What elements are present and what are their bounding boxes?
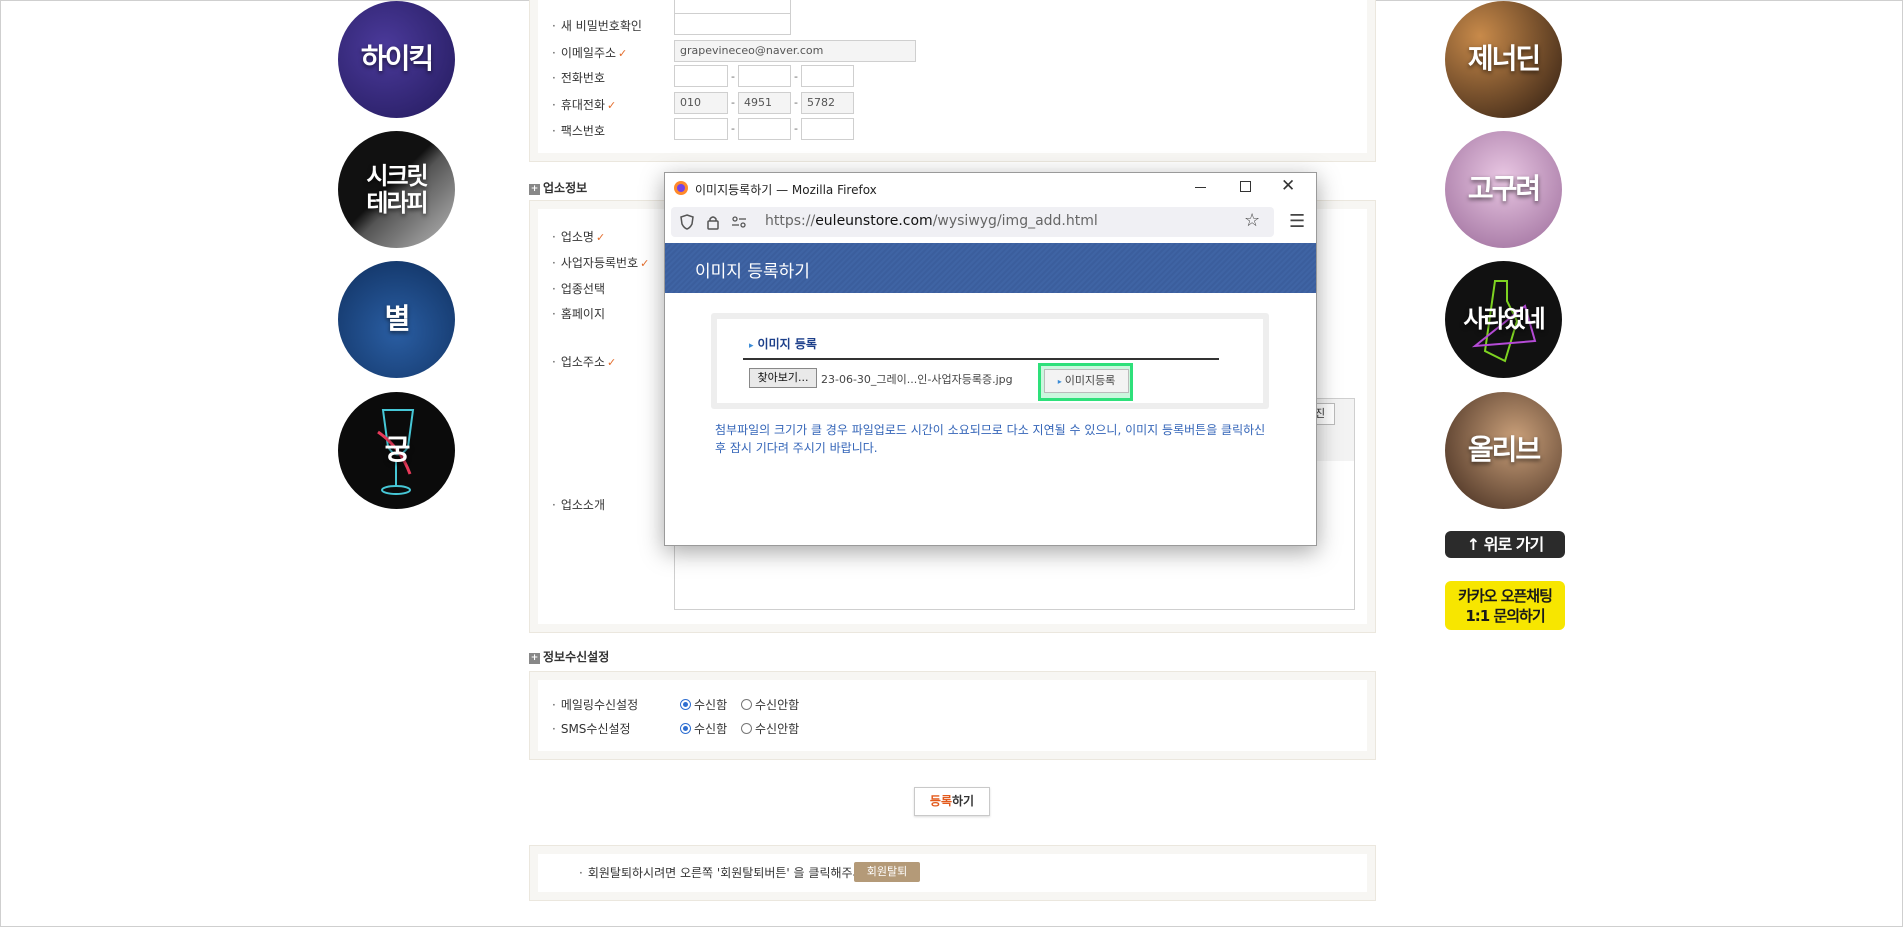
register-section-label: ▸ 이미지 등록: [749, 337, 817, 351]
image-register-box: ▸ 이미지 등록 찾아보기... 23-06-30_그레이...인-사업자등록증.…: [711, 313, 1269, 409]
mobile-field-3[interactable]: 5782: [801, 92, 854, 114]
mail-yes-radio[interactable]: 수신함: [680, 696, 727, 713]
mobile-label: 휴대전화✓: [552, 96, 616, 113]
popup-header: 이미지 등록하기: [665, 243, 1316, 293]
popup-titlebar: 이미지등록하기 — Mozilla Firefox ✕: [665, 173, 1316, 203]
dash: -: [794, 70, 798, 83]
scroll-top-label: ↑ 위로 가기: [1466, 535, 1544, 554]
url-bar[interactable]: https://euleunstore.com/wysiwyg/img_add.…: [671, 207, 1274, 237]
browse-button[interactable]: 찾아보기...: [749, 368, 817, 388]
new-pw-confirm-field[interactable]: [674, 13, 791, 35]
popup-window-title: 이미지등록하기 — Mozilla Firefox: [695, 183, 877, 197]
bookmark-star-icon[interactable]: ☆: [1244, 210, 1260, 231]
circle-generdin[interactable]: 제너딘: [1445, 1, 1562, 118]
business-reg-no-label: 사업자등록번호✓: [552, 254, 650, 271]
dash: -: [731, 96, 735, 109]
homepage-label: 홈페이지: [552, 305, 605, 322]
image-upload-popup: 이미지등록하기 — Mozilla Firefox ✕ https://eule…: [664, 172, 1317, 546]
scroll-top-button[interactable]: ↑ 위로 가기: [1445, 531, 1565, 558]
minimize-icon[interactable]: [1195, 187, 1206, 188]
radio-checked-icon: [680, 723, 691, 734]
popup-header-title: 이미지 등록하기: [695, 262, 810, 282]
circle-label: 별: [384, 302, 411, 336]
lock-icon: [707, 216, 719, 230]
email-label: 이메일주소✓: [552, 44, 627, 61]
business-name-label: 업소명✓: [552, 228, 605, 245]
dash: -: [731, 122, 735, 135]
withdraw-text: 회원탈퇴하시려면 오른쪽 '회원탈퇴버튼' 을 클릭해주세요.: [579, 864, 879, 881]
subscription-panel: [529, 671, 1376, 760]
fax-field-2[interactable]: [738, 118, 791, 140]
new-pw-confirm-label: 새 비밀번호확인: [552, 17, 642, 34]
intro-label: 업소소개: [552, 496, 605, 513]
submit-button[interactable]: 등록하기: [914, 787, 990, 816]
account-panel: [529, 0, 1376, 162]
dash: -: [794, 96, 798, 109]
phone-field-3[interactable]: [801, 65, 854, 87]
kakao-line2: 1:1 문의하기: [1465, 607, 1545, 625]
circle-gung[interactable]: 궁: [338, 392, 455, 509]
selected-file-name: 23-06-30_그레이...인-사업자등록증.jpg: [821, 373, 1013, 386]
circle-label: 시크릿 테라피: [366, 162, 428, 217]
phone-field-1[interactable]: [674, 65, 728, 87]
mobile-field-2[interactable]: 4951: [738, 92, 791, 114]
maximize-icon[interactable]: [1240, 181, 1251, 192]
register-divider: [743, 358, 1219, 360]
firefox-icon: [674, 181, 688, 195]
phone-label: 전화번호: [552, 69, 605, 86]
close-icon[interactable]: ✕: [1281, 176, 1295, 196]
address-label: 업소주소✓: [552, 353, 616, 370]
phone-field-2[interactable]: [738, 65, 791, 87]
shield-icon: [680, 214, 694, 230]
email-field[interactable]: grapevineceo@naver.com: [674, 40, 916, 62]
fax-label: 팩스번호: [552, 122, 605, 139]
radio-empty-icon: [741, 723, 752, 734]
circle-label: 하이킥: [360, 42, 434, 76]
category-label: 업종선택: [552, 280, 605, 297]
circle-label: 올리브: [1467, 433, 1541, 467]
upload-notice: 첨부파일의 크기가 클 경우 파일업로드 시간이 소요되므로 다소 지연될 수 …: [715, 423, 1266, 455]
circle-label: 제너딘: [1467, 42, 1541, 76]
url-text: https://euleunstore.com/wysiwyg/img_add.…: [765, 213, 1098, 229]
radio-checked-icon: [680, 699, 691, 710]
withdraw-button[interactable]: 회원탈퇴: [854, 862, 920, 882]
fax-field-1[interactable]: [674, 118, 728, 140]
circle-label: 고구려: [1467, 172, 1541, 206]
sms-subscribe-label: SMS수신설정: [552, 720, 631, 737]
circle-sarayeotne[interactable]: 사라였네: [1445, 261, 1562, 378]
permissions-icon: [732, 216, 746, 228]
fax-field-3[interactable]: [801, 118, 854, 140]
circle-label: 궁: [384, 433, 411, 467]
circle-secret-therapy[interactable]: 시크릿 테라피: [338, 131, 455, 248]
register-image-button[interactable]: ▸ 이미지등록: [1044, 369, 1129, 393]
subscription-section-title: + 정보수신설정: [529, 650, 610, 664]
circle-label: 사라였네: [1463, 305, 1545, 334]
circle-hikick[interactable]: 하이킥: [338, 1, 455, 118]
menu-icon[interactable]: ☰: [1289, 211, 1305, 232]
dash: -: [794, 122, 798, 135]
mail-subscribe-label: 메일링수신설정: [552, 696, 638, 713]
business-section-title: + 업소정보: [529, 181, 588, 195]
mail-no-radio[interactable]: 수신안함: [741, 696, 799, 713]
dash: -: [731, 70, 735, 83]
circle-goguryeo[interactable]: 고구려: [1445, 131, 1562, 248]
radio-empty-icon: [741, 699, 752, 710]
sms-no-radio[interactable]: 수신안함: [741, 720, 799, 737]
mobile-field-1[interactable]: 010: [674, 92, 728, 114]
circle-byeol[interactable]: 별: [338, 261, 455, 378]
circle-olive[interactable]: 올리브: [1445, 392, 1562, 509]
kakao-line1: 카카오 오픈채팅: [1458, 587, 1553, 605]
kakao-chat-button[interactable]: 카카오 오픈채팅 1:1 문의하기: [1445, 581, 1565, 630]
sms-yes-radio[interactable]: 수신함: [680, 720, 727, 737]
